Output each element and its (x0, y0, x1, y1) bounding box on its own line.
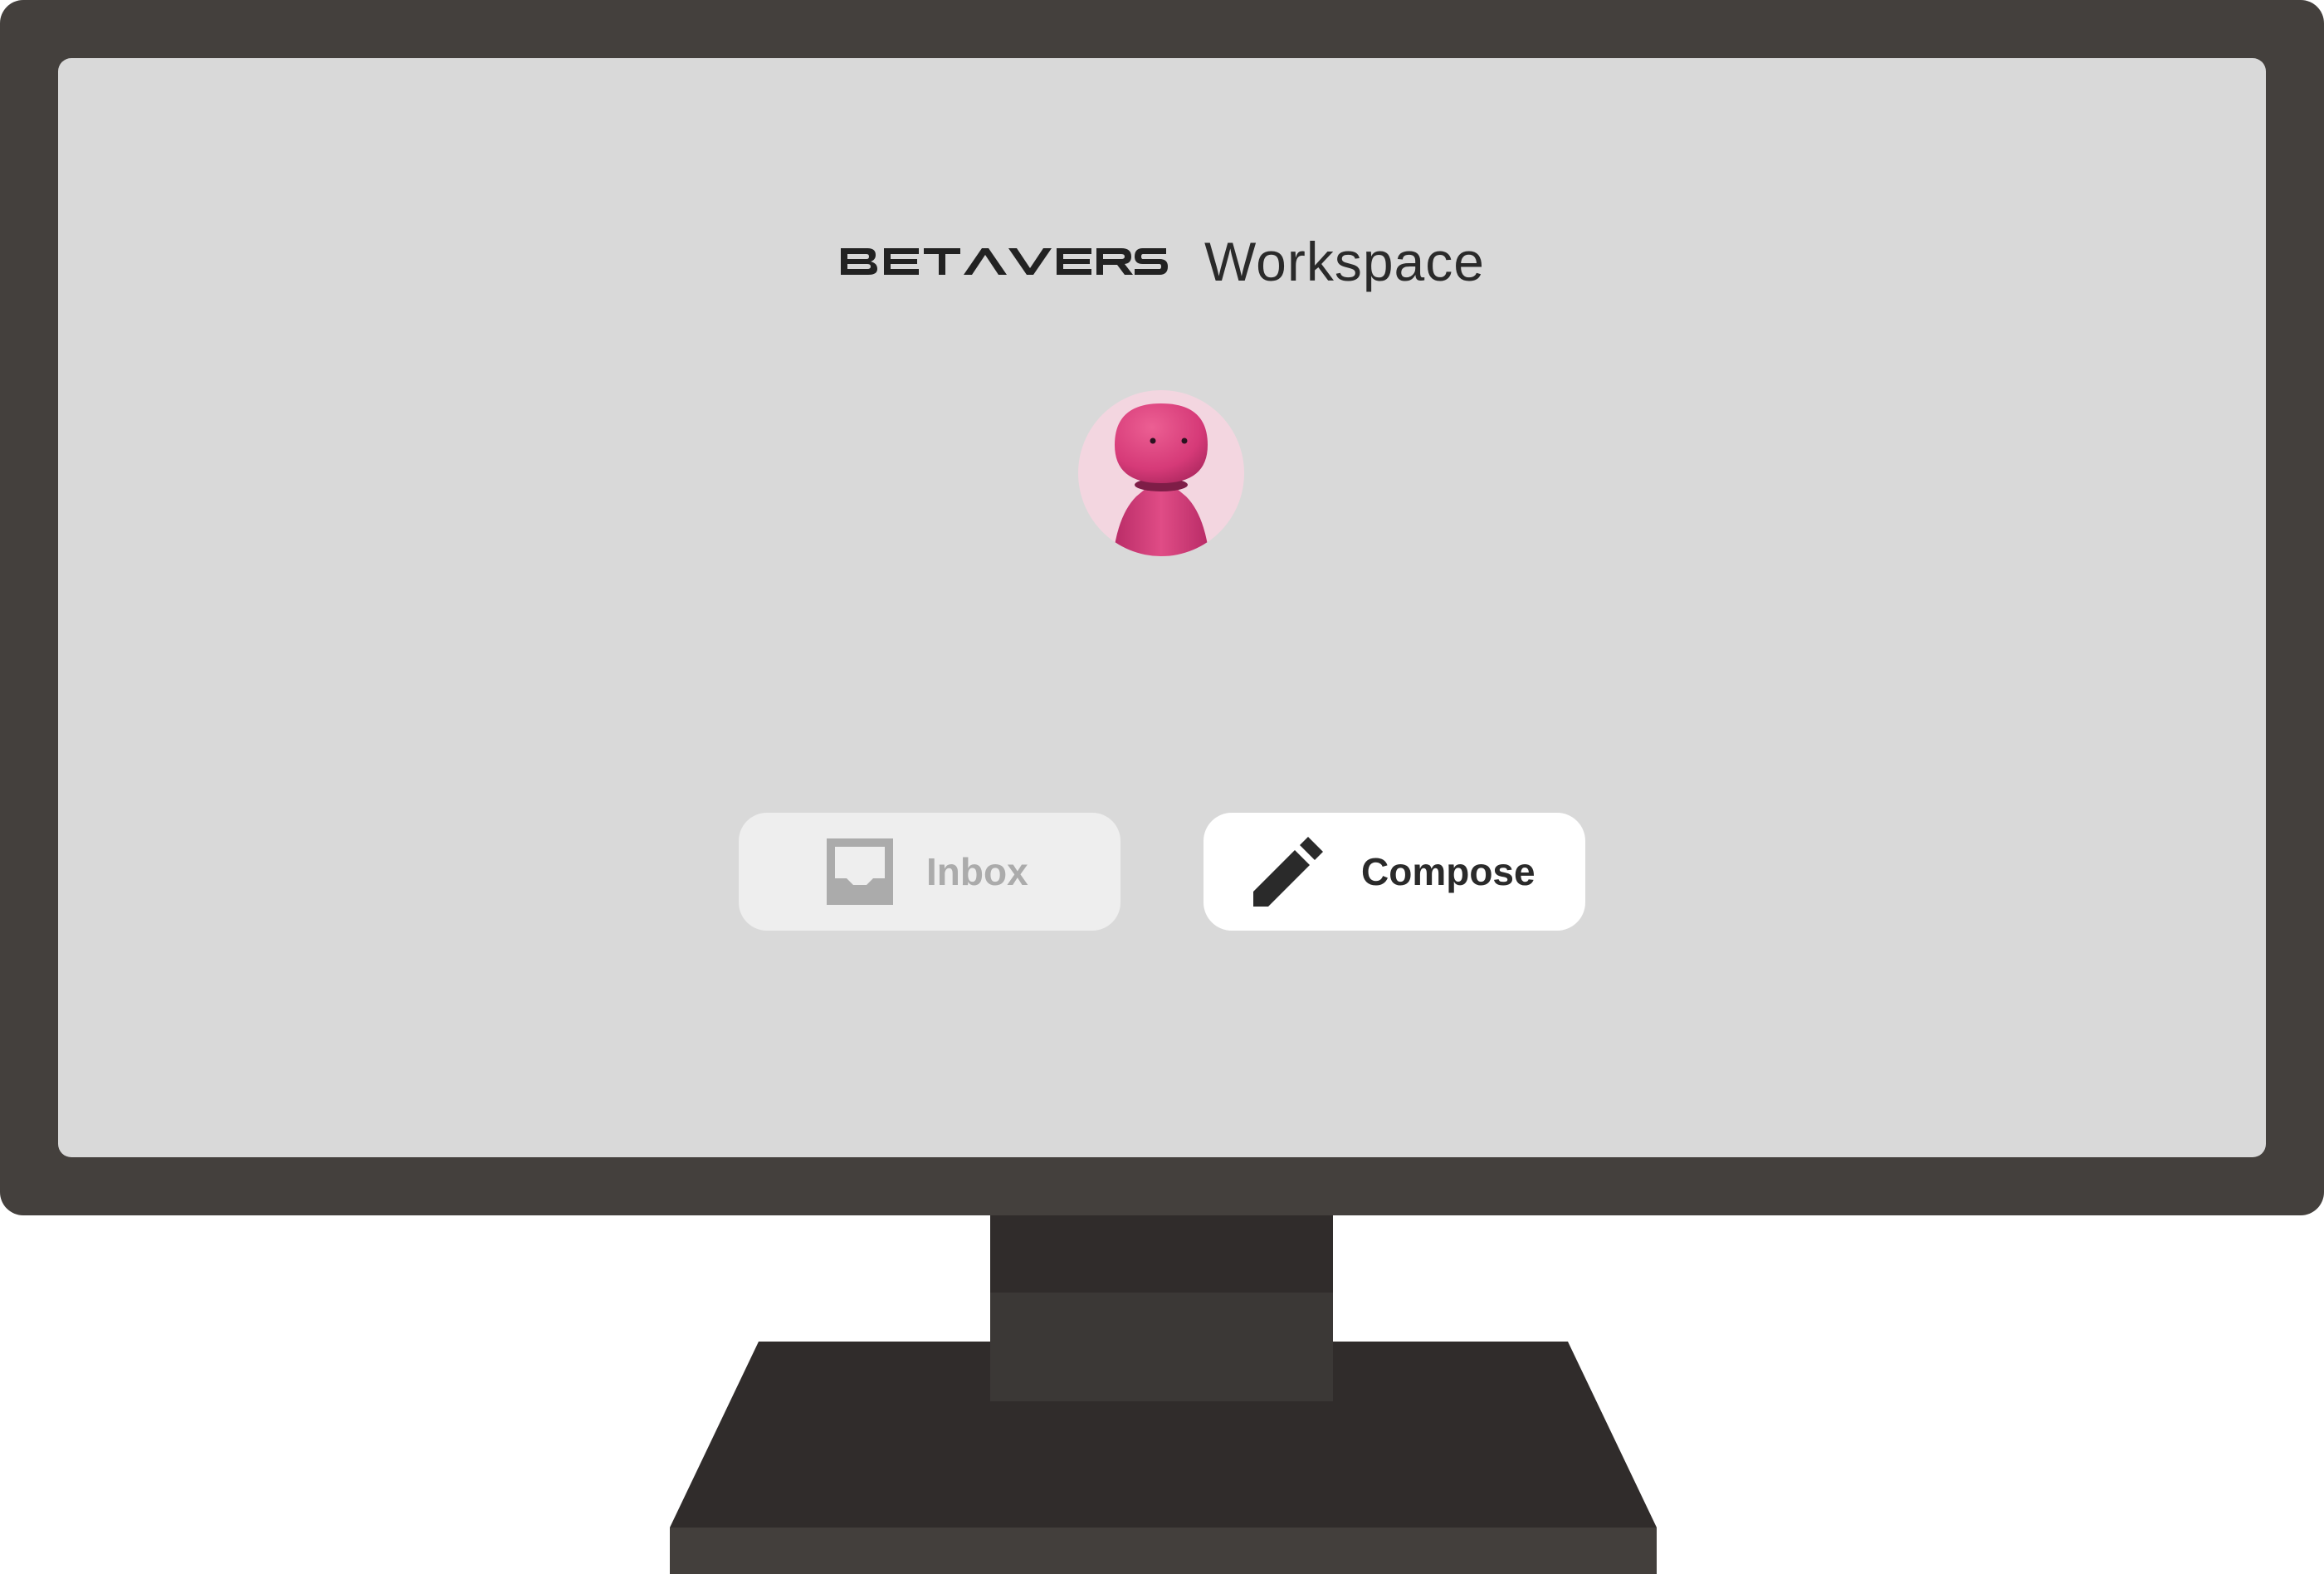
compose-button[interactable]: Compose (1204, 813, 1585, 931)
monitor-base-edge (670, 1528, 1657, 1574)
workspace-title: Workspace (1204, 231, 1485, 292)
inbox-button-label: Inbox (926, 850, 1028, 893)
inbox-tray-icon (827, 838, 893, 905)
user-avatar[interactable] (1078, 390, 1244, 556)
desktop-monitor: Workspace Inbox Compose (0, 0, 2324, 1574)
inbox-button[interactable]: Inbox (739, 813, 1120, 931)
monitor-neck (990, 1215, 1333, 1293)
user-figure-icon (1113, 403, 1209, 556)
monitor-neck-front (990, 1293, 1333, 1401)
betaverse-logo (841, 248, 1169, 275)
pencil-icon (1253, 837, 1323, 907)
monitor-bezel: Workspace Inbox Compose (0, 0, 2324, 1215)
monitor-screen: Workspace Inbox Compose (58, 58, 2266, 1157)
app-header: Workspace (58, 234, 2266, 289)
compose-button-label: Compose (1361, 850, 1536, 893)
